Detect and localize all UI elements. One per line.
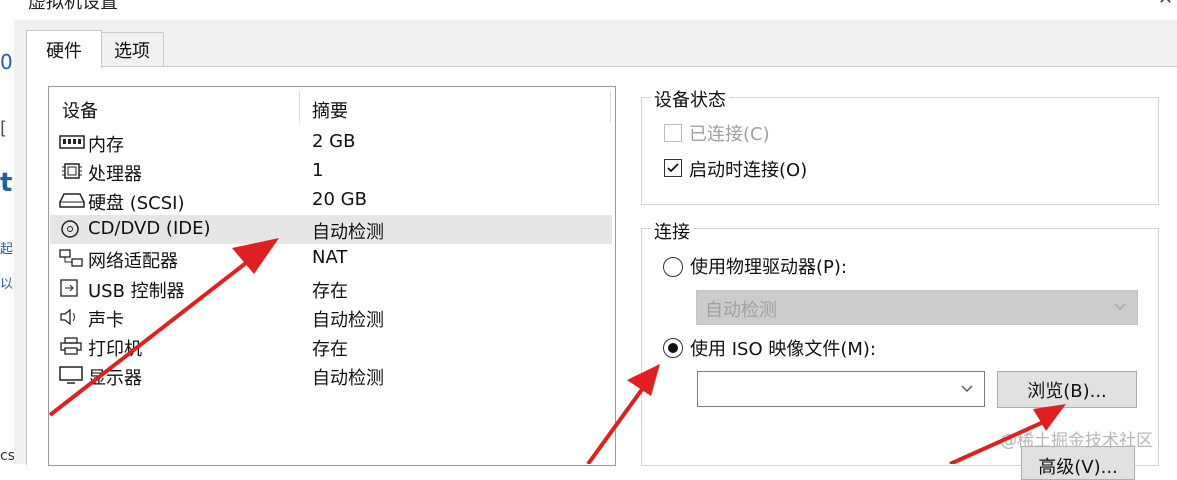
device-summary: 1 [312, 160, 324, 181]
device-summary: 存在 [312, 339, 348, 360]
device-summary: 2 GB [312, 131, 356, 152]
physical-drive-select[interactable]: 自动检测 [696, 290, 1138, 325]
background-fragment: 以 [0, 277, 14, 292]
connection-legend: 连接 [651, 218, 693, 244]
device-summary: 自动检测 [312, 310, 384, 331]
display-icon [58, 365, 86, 385]
device-summary: 自动检测 [312, 368, 384, 389]
device-name: 硬盘 (SCSI) [88, 193, 185, 214]
watermark: @稀土掘金技术社区 [1000, 431, 1153, 451]
checkmark-icon [667, 163, 679, 173]
background-window-strip: 0 [ t 起 以 cs [0, 0, 15, 464]
physical-drive-label: 使用物理驱动器(P): [690, 257, 847, 278]
device-summary: 20 GB [312, 189, 367, 210]
tab-options[interactable]: 选项 [100, 32, 164, 66]
column-header-summary[interactable]: 摘要 [312, 97, 348, 123]
device-row-processor[interactable]: 处理器 1 [50, 157, 612, 186]
device-summary: 自动检测 [312, 222, 384, 243]
device-row-network-adapter[interactable]: 网络适配器 NAT [50, 244, 612, 273]
column-header-device[interactable]: 设备 [62, 97, 98, 123]
processor-icon [58, 161, 86, 181]
device-row-display[interactable]: 显示器 自动检测 [50, 361, 612, 390]
iso-image-radio[interactable] [663, 338, 683, 358]
browse-button[interactable]: 浏览(B)... [997, 371, 1137, 408]
device-row-hard-disk[interactable]: 硬盘 (SCSI) 20 GB [50, 186, 612, 215]
iso-image-label: 使用 ISO 映像文件(M): [690, 339, 876, 360]
connected-label: 已连接(C) [689, 124, 770, 145]
background-fragment: cs [0, 448, 15, 464]
tab-hardware[interactable]: 硬件 [26, 30, 102, 68]
printer-icon [58, 336, 86, 356]
connect-at-power-on-label: 启动时连接(O) [689, 160, 808, 181]
device-row-cd-dvd[interactable]: CD/DVD (IDE) 自动检测 [50, 215, 612, 244]
device-summary: 存在 [312, 281, 348, 302]
physical-drive-radio[interactable] [663, 257, 683, 277]
background-fragment: 起 [0, 242, 14, 257]
device-row-sound-card[interactable]: 声卡 自动检测 [50, 303, 612, 332]
sound-card-icon [58, 307, 86, 327]
chevron-down-icon [961, 385, 973, 392]
device-status-group [641, 97, 1159, 205]
device-name: 处理器 [88, 164, 142, 185]
device-row-usb[interactable]: USB 控制器 存在 [50, 274, 612, 303]
device-name: 内存 [88, 135, 124, 156]
radio-selected-dot [668, 343, 678, 353]
chevron-down-icon [1114, 303, 1126, 310]
device-name: 打印机 [88, 339, 142, 360]
column-separator[interactable] [299, 91, 300, 123]
iso-path-combobox[interactable] [697, 371, 985, 407]
background-fragment: [ [0, 118, 8, 139]
title-bar [14, 0, 1177, 20]
device-name: CD/DVD (IDE) [88, 218, 211, 239]
column-separator[interactable] [610, 91, 611, 123]
device-status-legend: 设备状态 [651, 86, 729, 112]
device-summary: NAT [312, 247, 348, 268]
background-fragment: 0 [0, 50, 13, 74]
physical-drive-value: 自动检测 [705, 300, 777, 321]
device-row-memory[interactable]: 内存 2 GB [50, 128, 612, 157]
advanced-button[interactable]: 高级(V)... [1021, 446, 1135, 480]
connect-at-power-on-checkbox[interactable] [664, 159, 682, 177]
cd-dvd-icon [58, 219, 86, 239]
device-name: 网络适配器 [88, 251, 178, 272]
device-name: 声卡 [88, 310, 124, 331]
device-row-printer[interactable]: 打印机 存在 [50, 332, 612, 361]
device-name: USB 控制器 [88, 281, 185, 302]
background-fragment: t [0, 168, 13, 198]
hard-disk-icon [58, 190, 86, 210]
memory-icon [58, 132, 86, 152]
usb-icon [58, 278, 86, 298]
close-icon[interactable]: ✕ [1158, 0, 1173, 9]
connected-checkbox[interactable] [664, 124, 682, 142]
window-title: 虚拟机设置 [28, 0, 118, 13]
device-name: 显示器 [88, 368, 142, 389]
network-adapter-icon [58, 248, 86, 268]
